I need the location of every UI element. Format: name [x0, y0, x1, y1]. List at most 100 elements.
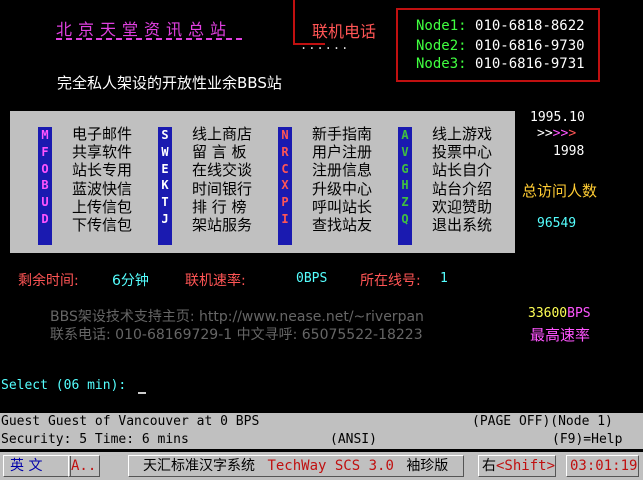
menu-item[interactable]: 线上游戏	[432, 125, 492, 143]
menu-item[interactable]: 上传信包	[72, 198, 132, 216]
version-date: 1995.10	[530, 110, 585, 125]
security-time-info: Security: 5 Time: 6 mins	[1, 432, 189, 447]
menu-item[interactable]: 呼叫站长	[312, 198, 372, 216]
half-width-toggle[interactable]: A..	[68, 455, 100, 477]
node-number: 010-6818-8622	[475, 18, 585, 34]
menu-letter-column: SWEKTJ	[158, 127, 172, 245]
shift-side: 右	[482, 458, 496, 474]
arrow-char: >	[568, 126, 577, 141]
remaining-time-label: 剩余时间:	[18, 273, 79, 289]
menu-hotkey[interactable]: B	[38, 177, 52, 194]
menu-item[interactable]: 站台介绍	[432, 180, 492, 198]
menu-hotkey[interactable]: E	[158, 161, 172, 178]
shift-key-indicator[interactable]: 右<Shift>	[478, 455, 556, 477]
menu-hotkey[interactable]: O	[38, 161, 52, 178]
menu-item-column: 电子邮件 共享软件 站长专用 蓝波快信 上传信包 下传信包	[72, 125, 132, 234]
menu-hotkey[interactable]: J	[158, 211, 172, 228]
menu-item[interactable]: 时间银行	[192, 180, 252, 198]
shift-key: <Shift>	[496, 458, 556, 474]
menu-hotkey[interactable]: Z	[398, 194, 412, 211]
node-1: Node1: 010-6818-8622	[416, 18, 585, 34]
max-speed-unit: BPS	[567, 306, 591, 321]
menu-item[interactable]: 注册信息	[312, 161, 372, 179]
menu-hotkey[interactable]: X	[278, 177, 292, 194]
menu-hotkey[interactable]: H	[398, 177, 412, 194]
arrow-char: >	[544, 126, 553, 141]
tagline: 完全私人架设的开放性业余BBS站	[57, 74, 282, 92]
menu-hotkey[interactable]: T	[158, 194, 172, 211]
menu-hotkey[interactable]: W	[158, 144, 172, 161]
menu-hotkey[interactable]: C	[278, 161, 292, 178]
menu-item[interactable]: 共享软件	[72, 143, 132, 161]
menu-item[interactable]: 欢迎赞助	[432, 198, 492, 216]
node-label: Node3:	[416, 56, 467, 72]
menu-letter-column: AVGHZQ	[398, 127, 412, 245]
node-label: Node2:	[416, 38, 467, 54]
arrow-decoration: >>>>>	[537, 126, 576, 141]
ime-brand: TechWay SCS 3.0	[267, 458, 394, 474]
line-number-label: 所在线号:	[360, 273, 421, 289]
max-speed: 33600BPS	[528, 306, 591, 321]
menu-hotkey[interactable]: R	[278, 144, 292, 161]
menu-hotkey[interactable]: D	[38, 211, 52, 228]
select-prompt[interactable]: Select (06 min):	[1, 378, 126, 393]
input-mode-button[interactable]: 英 文	[3, 455, 71, 477]
menu-item[interactable]: 排 行 榜	[192, 198, 252, 216]
menu-hotkey[interactable]: A	[398, 127, 412, 144]
menu-hotkey[interactable]: V	[398, 144, 412, 161]
dots: ......	[300, 38, 350, 52]
menu-item-column: 线上游戏 投票中心 站长自介 站台介绍 欢迎赞助 退出系统	[432, 125, 492, 234]
user-status-bar: Guest Guest of Vancouver at 0 BPS (PAGE …	[0, 413, 643, 431]
visits-count: 96549	[537, 216, 577, 231]
menu-item[interactable]: 投票中心	[432, 143, 492, 161]
menu-letter-column: MFOBUD	[38, 127, 52, 245]
menu-hotkey[interactable]: P	[278, 194, 292, 211]
node-2: Node2: 010-6816-9730	[416, 38, 585, 54]
ime-system-info: 天汇标准汉字系统 TechWay SCS 3.0 袖珍版	[128, 455, 464, 477]
connection-speed-label: 联机速率:	[185, 273, 246, 289]
menu-item[interactable]: 下传信包	[72, 216, 132, 234]
menu-hotkey[interactable]: U	[38, 194, 52, 211]
user-info: Guest Guest of Vancouver at 0 BPS	[1, 414, 260, 429]
menu-item[interactable]: 蓝波快信	[72, 180, 132, 198]
menu-item[interactable]: 在线交谈	[192, 161, 252, 179]
ansi-indicator: (ANSI)	[330, 432, 377, 447]
menu-item[interactable]: 留 言 板	[192, 143, 252, 161]
visits-label: 总访问人数	[522, 182, 598, 200]
menu-item[interactable]: 电子邮件	[72, 125, 132, 143]
menu-hotkey[interactable]: S	[158, 127, 172, 144]
menu-item[interactable]: 线上商店	[192, 125, 252, 143]
menu-item[interactable]: 升级中心	[312, 180, 372, 198]
menu-item[interactable]: 退出系统	[432, 216, 492, 234]
menu-item[interactable]: 站长专用	[72, 161, 132, 179]
menu-hotkey[interactable]: F	[38, 144, 52, 161]
line-number-value: 1	[440, 271, 448, 286]
ime-toolbar: 英 文 A.. 天汇标准汉字系统 TechWay SCS 3.0 袖珍版 右<S…	[0, 452, 643, 480]
clock: 03:01:19	[566, 455, 639, 477]
connection-speed-value: 0BPS	[296, 271, 328, 286]
arrow-char: >	[537, 126, 545, 141]
menu-item[interactable]: 架站服务	[192, 216, 252, 234]
max-speed-value: 33600	[528, 306, 568, 321]
menu-item[interactable]: 新手指南	[312, 125, 372, 143]
menu-item-column: 线上商店留 言 板在线交谈 时间银行排 行 榜架站服务	[192, 125, 252, 234]
menu-hotkey[interactable]: K	[158, 177, 172, 194]
help-hint: (F9)=Help	[552, 432, 623, 447]
menu-hotkey[interactable]: N	[278, 127, 292, 144]
menu-letter-column: NRCXPI	[278, 127, 292, 245]
decorative-line	[293, 0, 295, 44]
node-number: 010-6816-9731	[475, 56, 585, 72]
menu-item[interactable]: 站长自介	[432, 161, 492, 179]
max-speed-label: 最高速率	[530, 326, 591, 344]
ime-edition: 袖珍版	[406, 458, 449, 474]
node-3: Node3: 010-6816-9731	[416, 56, 585, 72]
menu-hotkey[interactable]: G	[398, 161, 412, 178]
page-node-info: (PAGE OFF)(Node 1)	[472, 414, 613, 429]
main-menu-panel: MFOBUD 电子邮件 共享软件 站长专用 蓝波快信 上传信包 下传信包 SWEKTJ 线…	[10, 111, 515, 253]
menu-item[interactable]: 用户注册	[312, 143, 372, 161]
menu-hotkey[interactable]: M	[38, 127, 52, 144]
menu-item[interactable]: 查找站友	[312, 216, 372, 234]
support-contact: 联系电话: 010-68169729-1 中文寻呼: 65075522-1822…	[50, 327, 423, 343]
menu-hotkey[interactable]: Q	[398, 211, 412, 228]
menu-hotkey[interactable]: I	[278, 211, 292, 228]
